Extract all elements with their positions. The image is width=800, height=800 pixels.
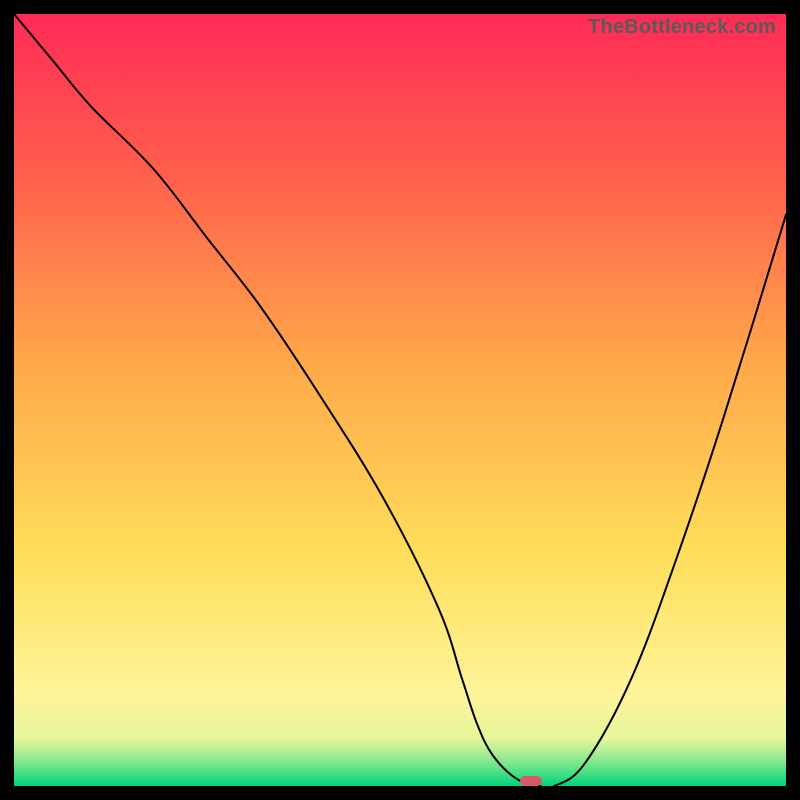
minimum-marker	[520, 776, 542, 786]
plot-area: TheBottleneck.com	[14, 14, 786, 786]
chart-frame: TheBottleneck.com	[0, 0, 800, 800]
bottleneck-curve	[14, 14, 786, 786]
watermark-text: TheBottleneck.com	[588, 16, 776, 39]
